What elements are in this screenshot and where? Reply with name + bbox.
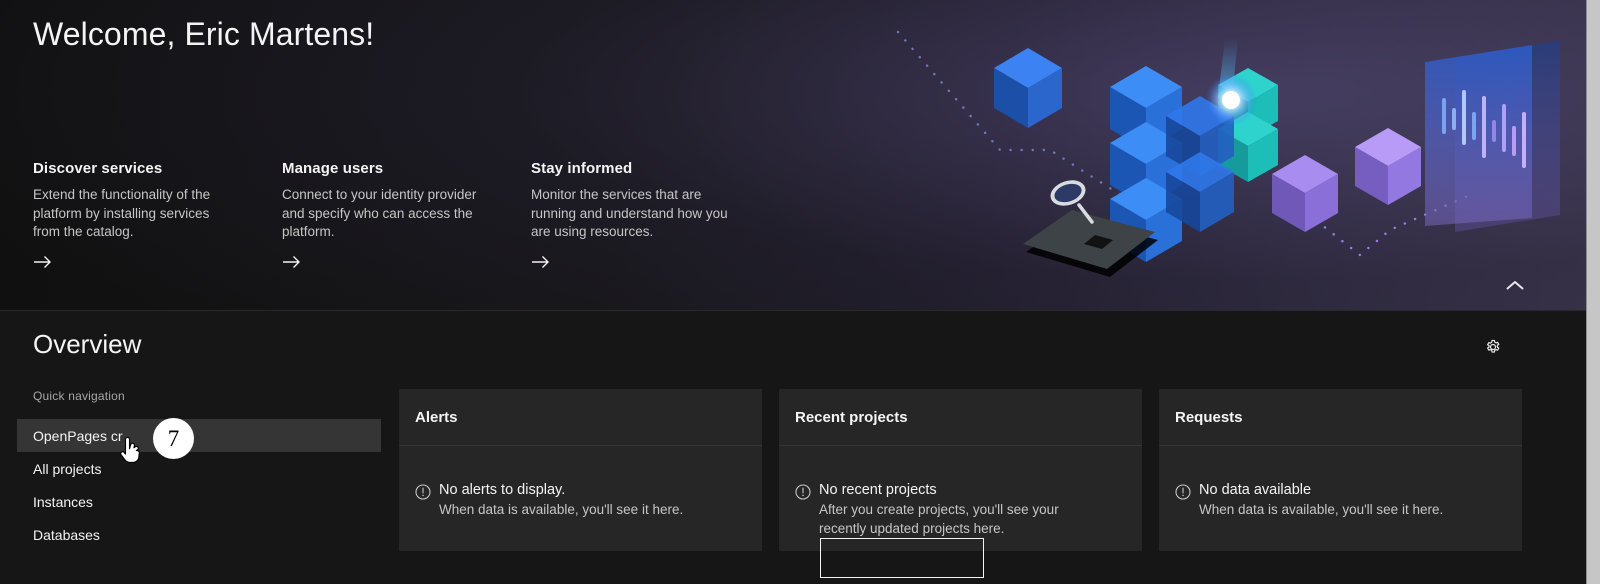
tile-body: No data available When data is available… [1159,446,1522,520]
hero-card-title: Stay informed [531,160,633,177]
warning-circle-icon [1175,484,1191,520]
tile-recent-projects: Recent projects No recent projects After… [779,389,1142,578]
hero-card-body: Monitor the services that are running an… [531,187,728,240]
hero-card-title: Discover services [33,160,163,177]
sidebar-item-databases[interactable]: Databases [17,518,381,551]
create-project-button[interactable] [820,538,984,578]
sidebar-item-label: Instances [33,493,93,510]
empty-state: No alerts to display. When data is avail… [415,481,746,520]
isometric-illustration [860,0,1560,300]
tile-title: Requests [1159,389,1522,446]
empty-state-title: No data available [1199,482,1312,498]
welcome-title: Welcome, Eric Martens! [33,16,375,52]
tile-body: No recent projects After you create proj… [779,446,1142,578]
empty-state-body: When data is available, you'll see it he… [1199,502,1444,517]
hero-card-body: Connect to your identity provider and sp… [282,187,477,240]
warning-circle-icon [795,484,811,538]
arrow-right-icon[interactable] [282,254,302,270]
tile-title: Alerts [399,389,762,446]
step-number-badge: 7 [153,418,194,459]
arrow-right-icon[interactable] [531,254,551,270]
hero-card-body: Extend the functionality of the platform… [33,187,211,240]
overview-tile-list: Alerts No alerts to display. When data i… [399,389,1569,578]
chevron-up-icon[interactable] [1504,278,1526,292]
hero-card-stay-informed[interactable]: Stay informed Monitor the services that … [531,160,780,270]
sidebar-item-label: OpenPages cr [33,427,123,444]
quick-navigation-panel: Quick navigation OpenPages cr All projec… [0,389,399,551]
empty-state: No data available When data is available… [1175,481,1506,520]
arrow-right-icon[interactable] [33,254,53,270]
page-title: Overview [33,329,142,359]
hero-banner: Welcome, Eric Martens! Discover services… [0,0,1586,311]
hero-card-manage-users[interactable]: Manage users Connect to your identity pr… [282,160,531,270]
sidebar-item-label: Databases [33,526,100,543]
hero-card-discover-services[interactable]: Discover services Extend the functionali… [33,160,282,270]
gear-icon[interactable] [1484,338,1502,356]
overview-section: Overview Quick navigation OpenPages cr A… [0,311,1586,584]
overview-body: Quick navigation OpenPages cr All projec… [0,389,1586,578]
warning-circle-icon [415,484,431,520]
sidebar-item-instances[interactable]: Instances [17,485,381,518]
vertical-scrollbar[interactable] [1586,0,1600,584]
sidebar-item-all-projects[interactable]: All projects [17,452,381,485]
hero-card-title: Manage users [282,160,384,177]
empty-state-body: After you create projects, you'll see yo… [819,502,1059,536]
empty-state-title: No recent projects [819,482,937,498]
sidebar-item-openpages-cr[interactable]: OpenPages cr [17,419,381,452]
tile-alerts: Alerts No alerts to display. When data i… [399,389,762,551]
empty-state-title: No alerts to display. [439,482,566,498]
empty-state: No recent projects After you create proj… [795,481,1126,538]
tile-body: No alerts to display. When data is avail… [399,446,762,520]
tile-requests: Requests No data available When data is … [1159,389,1522,551]
sidebar-item-label: All projects [33,460,102,477]
quick-navigation-label: Quick navigation [33,389,125,403]
empty-state-body: When data is available, you'll see it he… [439,502,684,517]
tile-title: Recent projects [779,389,1142,446]
hero-card-list: Discover services Extend the functionali… [33,160,780,270]
